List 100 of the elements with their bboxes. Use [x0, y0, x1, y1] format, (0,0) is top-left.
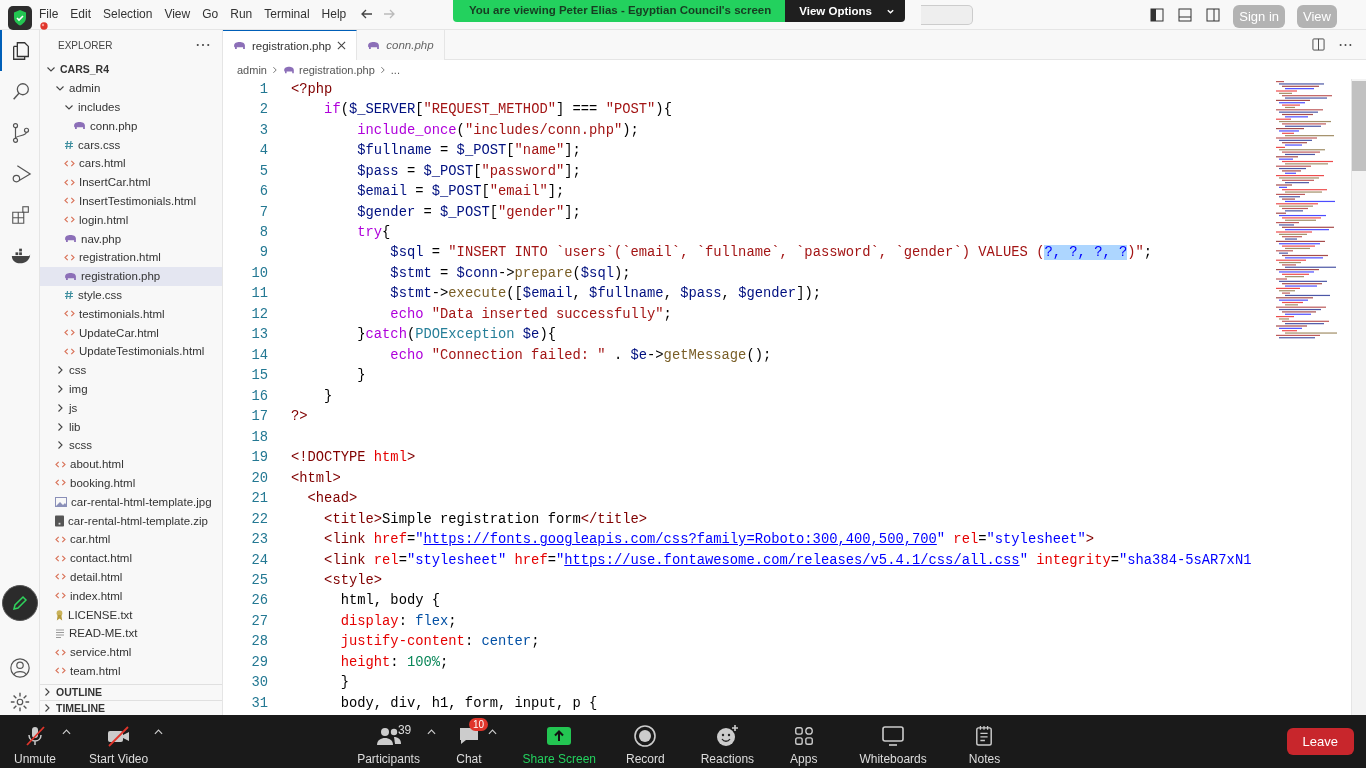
tree-item[interactable]: img [40, 379, 222, 399]
tree-item[interactable]: scss [40, 435, 222, 455]
toolbar-button[interactable]: Reactions [696, 717, 759, 766]
menu-item[interactable]: View [158, 5, 197, 21]
back-arrow-icon[interactable] [360, 7, 375, 21]
breadcrumb-item[interactable]: registration.php [282, 63, 375, 76]
toolbar-button[interactable]: Apps [786, 717, 822, 766]
tree-item[interactable]: cars.css [40, 135, 222, 154]
tree-item[interactable]: service.html [40, 642, 222, 662]
more-icon[interactable] [1339, 42, 1352, 47]
more-icon[interactable] [196, 43, 210, 47]
menu-item[interactable]: Selection [97, 5, 159, 21]
line-number: 22 [250, 511, 268, 527]
line-number: 15 [250, 368, 268, 384]
caret-icon[interactable] [62, 729, 72, 735]
toolbar-button[interactable]: Share Screen [518, 717, 600, 766]
settings-icon[interactable] [8, 691, 31, 713]
split-layout-icon[interactable] [1205, 7, 1222, 23]
code-brackets-icon [55, 553, 66, 563]
editor-tab[interactable]: conn.php [357, 30, 445, 60]
chevron-icon [55, 440, 65, 451]
toolbar-button[interactable]: Start Video [85, 717, 153, 766]
tree-item[interactable]: InsertTestimonials.html [40, 191, 222, 211]
tree-item[interactable]: index.html [40, 586, 222, 606]
tree-item[interactable]: registration.php [40, 266, 222, 286]
line-number: 26 [250, 593, 268, 609]
code-brackets-icon [55, 478, 66, 488]
scrollbar-thumb[interactable] [1352, 81, 1366, 171]
code-brackets-icon [64, 177, 75, 187]
tree-item[interactable]: detail.html [40, 567, 222, 587]
caret-icon[interactable] [427, 729, 437, 735]
line-number: 20 [250, 470, 268, 486]
tree-item[interactable]: InsertCar.html [40, 172, 222, 192]
breadcrumb-item[interactable]: admin [237, 63, 267, 76]
tree-item[interactable]: booking.html [40, 473, 222, 493]
leave-button[interactable]: Leave [1286, 728, 1354, 755]
view-options-button[interactable]: View Options [785, 0, 905, 22]
ribbon-icon [55, 608, 64, 621]
editor-tab[interactable]: registration.php [223, 30, 358, 60]
tree-item[interactable]: includes [40, 97, 222, 117]
chevron-icon [64, 102, 74, 112]
caret-icon[interactable] [487, 729, 497, 735]
code-line: $stmt = $conn->prepare($sql); [389, 265, 631, 281]
sidebar-layout-icon[interactable] [1149, 7, 1166, 23]
tree-item[interactable]: cars.html [40, 154, 222, 173]
code-line: <link href="https://fonts.googleapis.com/css?family=Roboto:300,400,500,700" rel="stylesheet"> [323, 532, 1095, 548]
code-brackets-icon [55, 666, 66, 676]
close-icon[interactable] [337, 41, 347, 50]
tree-item[interactable]: nav.php [40, 229, 222, 248]
caret-icon[interactable] [154, 729, 164, 735]
menu-item[interactable]: Help [315, 5, 353, 21]
toolbar-button[interactable]: Notes [964, 717, 1005, 766]
menu-item[interactable]: Terminal [258, 5, 316, 21]
panel-layout-icon[interactable] [1177, 7, 1194, 23]
menu-item[interactable]: Go [196, 5, 225, 21]
toolbar-button[interactable]: Unmute [10, 717, 61, 766]
tree-item[interactable]: login.html [40, 210, 222, 230]
split-editor-icon[interactable] [1312, 38, 1325, 51]
tree-item[interactable]: contact.html [40, 548, 222, 568]
tree-item[interactable]: css [40, 360, 222, 380]
line-number: 3 [258, 122, 268, 138]
menu-item[interactable]: Run [224, 5, 259, 21]
menu-item[interactable]: Edit [64, 5, 98, 21]
tree-item[interactable]: UpdateCar.html [40, 323, 222, 342]
tree-item[interactable]: READ-ME.txt [40, 623, 222, 643]
toolbar-button[interactable]: Whiteboards [855, 717, 931, 766]
tree-item[interactable]: registration.html [40, 247, 222, 267]
code-brackets-icon [64, 196, 75, 206]
command-search-field[interactable] [921, 5, 974, 25]
toolbar-button[interactable]: Record [622, 717, 669, 766]
section-header[interactable]: OUTLINE [40, 684, 222, 700]
toolbar-button[interactable]: 10 Chat [452, 717, 486, 766]
code-line: <!DOCTYPE html> [291, 450, 416, 466]
tree-item[interactable]: CARS_R4 [40, 60, 222, 79]
tree-item[interactable]: style.css [40, 285, 222, 305]
breadcrumb-item[interactable]: ... [390, 63, 400, 76]
tree-item[interactable]: lib [40, 417, 222, 436]
tree-item[interactable]: about.html [40, 454, 222, 474]
line-number: 7 [258, 204, 268, 220]
tree-item[interactable]: admin [40, 78, 222, 98]
chevron-icon [42, 687, 52, 698]
chevron-icon [378, 65, 387, 74]
tree-item[interactable]: car.html [40, 529, 222, 549]
code-brackets-icon [64, 328, 75, 338]
tree-item[interactable]: team.html [40, 661, 222, 681]
menu-item[interactable]: File [33, 5, 65, 21]
tree-item[interactable]: conn.php [40, 116, 222, 136]
tree-item[interactable]: car-rental-html-template.zip [40, 511, 222, 530]
tree-item[interactable]: LICENSE.txt [40, 605, 222, 624]
code-line: echo "Connection failed: " . $e->getMessage(); [389, 347, 772, 363]
tree-item[interactable]: car-rental-html-template.jpg [40, 492, 222, 512]
tree-item[interactable]: js [40, 398, 222, 418]
tree-item[interactable]: testimonials.html [40, 304, 222, 324]
section-header[interactable]: TIMELINE [40, 699, 222, 715]
line-number: 13 [250, 327, 268, 343]
tree-item[interactable]: UpdateTestimonials.html [40, 341, 222, 361]
viewing-banner: You are viewing Peter Elias - Egyptian Council's screen [453, 0, 786, 22]
line-number: 21 [250, 491, 268, 507]
account-icon[interactable] [8, 657, 31, 679]
code-line: <title>Simple registration form</title> [323, 511, 648, 527]
